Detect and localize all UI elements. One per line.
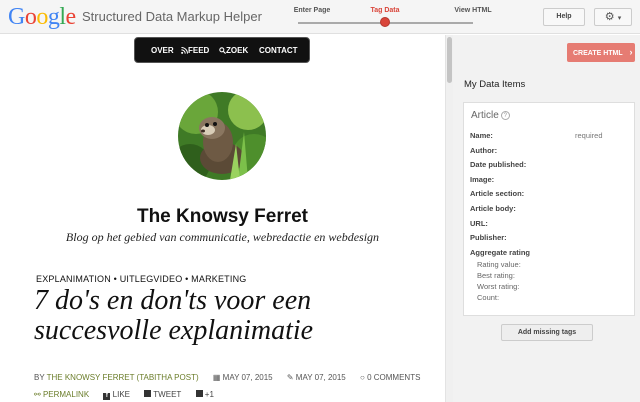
create-html-label: CREATE HTML [573, 50, 623, 57]
site-nav: OVER FEED ZOEK CONTACT [134, 37, 310, 63]
modified-date: MAY 07, 2015 [295, 373, 346, 382]
progress-steps: Enter Page Tag Data View HTML [294, 0, 492, 34]
subfield-worst-rating[interactable]: Worst rating: [477, 282, 519, 291]
logo-letter: e [65, 4, 77, 30]
scrollbar-thumb[interactable] [447, 37, 452, 83]
nav-item-over[interactable]: OVER [151, 46, 174, 55]
rss-icon [181, 47, 188, 54]
blog-subtitle: Blog op het gebied van communicatie, web… [65, 230, 380, 244]
nav-item-zoek[interactable]: ZOEK [219, 46, 248, 55]
field-date-published[interactable]: Date published: [470, 160, 526, 169]
post-title[interactable]: 7 do's en don'ts voor een succesvolle ex… [34, 286, 434, 346]
ferret-avatar [178, 92, 266, 180]
subfield-rating-value[interactable]: Rating value: [477, 260, 521, 269]
calendar-icon: ▦ [212, 373, 221, 382]
required-label: required [575, 131, 603, 140]
published-date: MAY 07, 2015 [222, 373, 273, 382]
subfield-count[interactable]: Count: [477, 293, 499, 302]
settings-button[interactable]: ⚙ ▾ [594, 8, 632, 26]
twitter-icon [144, 390, 152, 397]
tweet-button[interactable]: TWEET [153, 390, 181, 399]
chevron-right-icon: › [629, 47, 633, 57]
logo-letter: g [47, 4, 60, 30]
nav-item-feed[interactable]: FEED [181, 46, 209, 55]
blog-title[interactable]: The Knowsy Ferret [0, 206, 445, 228]
help-icon[interactable]: ? [500, 111, 510, 120]
field-author[interactable]: Author: [470, 146, 497, 155]
post-meta: BY THE KNOWSY FERRET (TABITHA POST) ▦ MA… [34, 373, 420, 382]
help-button[interactable]: Help [543, 8, 585, 26]
post-title-line: 7 do's en don'ts voor een [34, 285, 312, 316]
top-bar: Google Structured Data Markup Helper Ent… [0, 0, 640, 34]
permalink-link[interactable]: PERMALINK [43, 390, 89, 399]
google-plus-icon [195, 390, 203, 397]
data-items-panel: CREATE HTML › My Data Items Article? req… [453, 35, 640, 402]
add-missing-tags-button[interactable]: Add missing tags [501, 324, 593, 341]
field-article-body[interactable]: Article body: [470, 204, 516, 213]
facebook-icon: f [103, 393, 111, 400]
nav-item-contact[interactable]: CONTACT [259, 46, 298, 55]
logo-letter: o [36, 4, 48, 30]
logo-letter: G [8, 4, 25, 30]
items-title: My Data Items [464, 79, 526, 90]
step-view-html: View HTML [454, 7, 492, 14]
share-row: ⚯ PERMALINK f LIKE TWEET +1 [34, 390, 214, 400]
field-publisher[interactable]: Publisher: [470, 233, 507, 242]
comment-icon: ○ [360, 373, 365, 382]
field-name[interactable]: Name: [470, 131, 493, 140]
item-type-label: Article [471, 110, 499, 121]
like-button[interactable]: LIKE [113, 390, 130, 399]
logo-letter: o [24, 4, 37, 30]
meta-by: BY [34, 373, 45, 382]
create-html-button[interactable]: CREATE HTML › [567, 43, 635, 62]
chevron-down-icon: ▾ [617, 15, 622, 22]
article-card: Article? required Name: Author: Date pub… [463, 102, 635, 316]
nav-zoek-label: ZOEK [226, 46, 249, 55]
link-icon: ⚯ [34, 390, 41, 399]
field-image[interactable]: Image: [470, 175, 494, 184]
preview-scrollbar[interactable] [445, 35, 453, 402]
page-preview[interactable]: OVER FEED ZOEK CONTACT The Knowsy Ferret [0, 35, 445, 402]
search-icon [219, 47, 226, 54]
comments-link[interactable]: 0 COMMENTS [367, 373, 420, 382]
post-title-line: succesvolle explanimatie [34, 315, 314, 346]
app-title: Structured Data Markup Helper [82, 9, 262, 24]
nav-feed-label: FEED [188, 46, 210, 55]
google-logo: Google [8, 4, 76, 30]
field-url[interactable]: URL: [470, 219, 488, 228]
current-step-dot [380, 17, 390, 27]
pencil-icon: ✎ [286, 373, 294, 382]
field-aggregate-rating[interactable]: Aggregate rating [470, 248, 530, 257]
subfield-best-rating[interactable]: Best rating: [477, 271, 515, 280]
field-article-section[interactable]: Article section: [470, 189, 524, 198]
post-categories[interactable]: EXPLANIMATION • UITLEGVIDEO • MARKETING [36, 274, 246, 284]
step-enter-page: Enter Page [293, 7, 331, 14]
gear-icon: ⚙ [604, 11, 615, 23]
item-type-title: Article? [471, 110, 510, 121]
author-link[interactable]: THE KNOWSY FERRET (TABITHA POST) [47, 373, 199, 382]
plus-one-button[interactable]: +1 [205, 390, 214, 399]
step-tag-data: Tag Data [370, 7, 400, 14]
